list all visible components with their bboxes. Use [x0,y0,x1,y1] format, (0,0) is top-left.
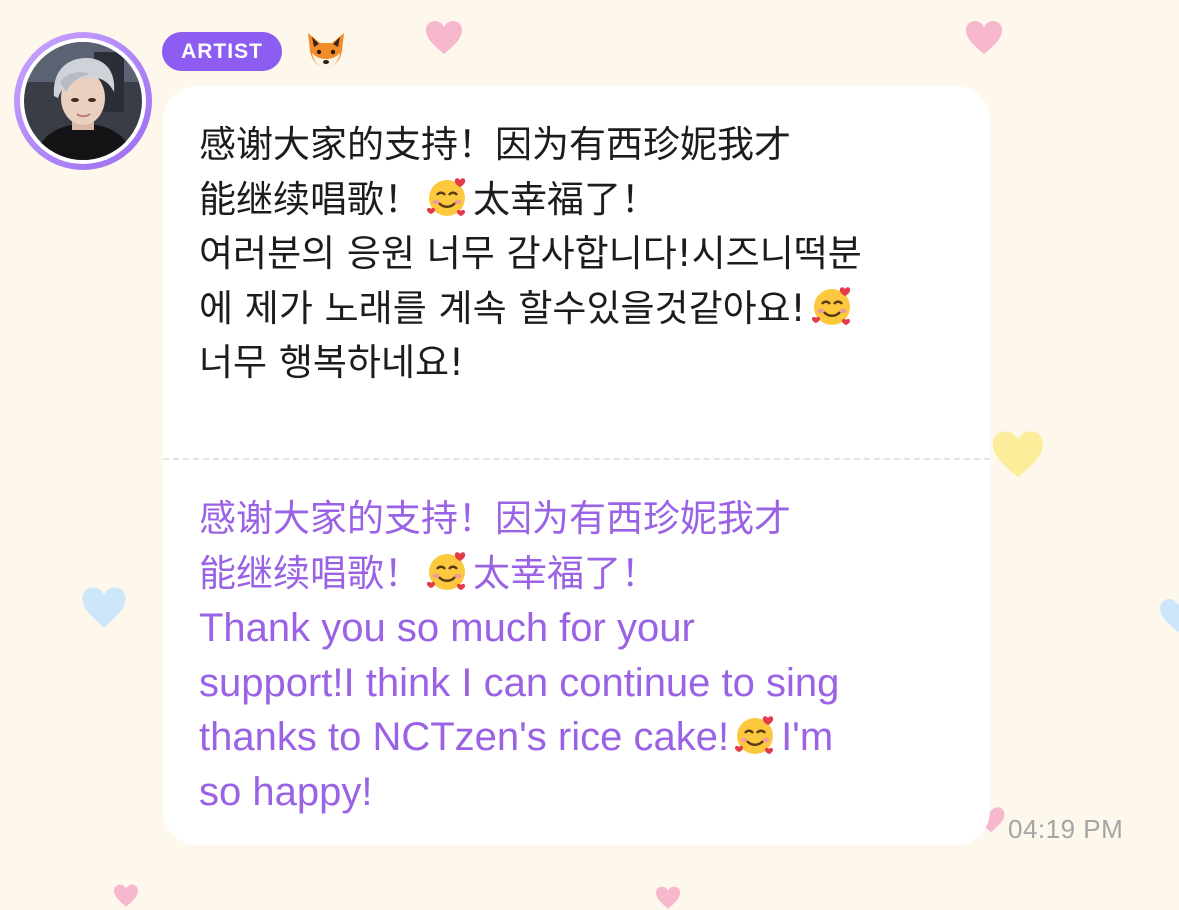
translation-text: 太幸福了！ [473,551,658,595]
message-line: 能继续唱歌！ 太幸福了！ [199,173,969,228]
avatar-frame [20,38,146,164]
fox-icon [308,33,344,69]
translation-line: 感谢大家的支持！因为有西珍妮我才 [199,497,791,540]
translation-text: I'm [781,715,834,759]
translation-line: so happy! [199,769,373,814]
smiling-face-with-hearts-icon [735,716,774,754]
message-line: 여러분의 응원 너무 감사합니다!시즈니떡분 [199,232,862,275]
yellow-heart-icon [993,431,1043,478]
translation-line: support!I think I can continue to sing [199,660,840,705]
blue-heart-icon [1160,599,1179,632]
message-text: 能继续唱歌！ [199,177,421,221]
pink-heart-icon [656,886,680,909]
smiling-face-with-hearts-icon [426,551,466,590]
pink-heart-icon [966,21,1002,54]
smiling-face-with-hearts-icon [811,286,850,325]
message-bubble[interactable]: 感谢大家的支持！因为有西珍妮我才 能继续唱歌！ 太幸福了！ 여러분의 응원 너무 … [163,86,990,845]
message-line: 너무 행복하네요! [199,341,464,384]
translation-line: thanks to NCTzen's rice cake! I'm [199,710,969,765]
original-message: 感谢大家的支持！因为有西珍妮我才 能继续唱歌！ 太幸福了！ 여러분의 응원 너무 … [199,118,969,391]
translation-line: Thank you so much for your [199,606,695,650]
translation-text: 能继续唱歌！ [199,551,421,595]
translated-message: 感谢大家的支持！因为有西珍妮我才 能继续唱歌！ 太幸福了！ Thank you s… [199,492,969,819]
artist-avatar[interactable] [14,32,152,170]
pink-heart-icon [426,21,462,54]
message-line: 感谢大家的支持！因为有西珍妮我才 [199,123,791,166]
translation-line: 能继续唱歌！ 太幸福了！ [199,547,969,602]
message-text: 에 제가 노래를 계속 할수있을것같아요! [199,286,806,330]
message-text: 太幸福了！ [473,177,658,221]
message-line: 에 제가 노래를 계속 할수있을것같아요! [199,282,969,337]
message-timestamp: 04:19 PM [1008,814,1124,844]
avatar-photo [24,42,142,160]
artist-badge: ARTIST [162,32,282,71]
translation-divider [163,458,990,460]
translation-text: thanks to NCTzen's rice cake! [199,715,730,759]
pink-heart-icon [114,884,138,907]
blue-heart-icon [82,587,126,628]
smiling-face-with-hearts-icon [426,177,466,216]
